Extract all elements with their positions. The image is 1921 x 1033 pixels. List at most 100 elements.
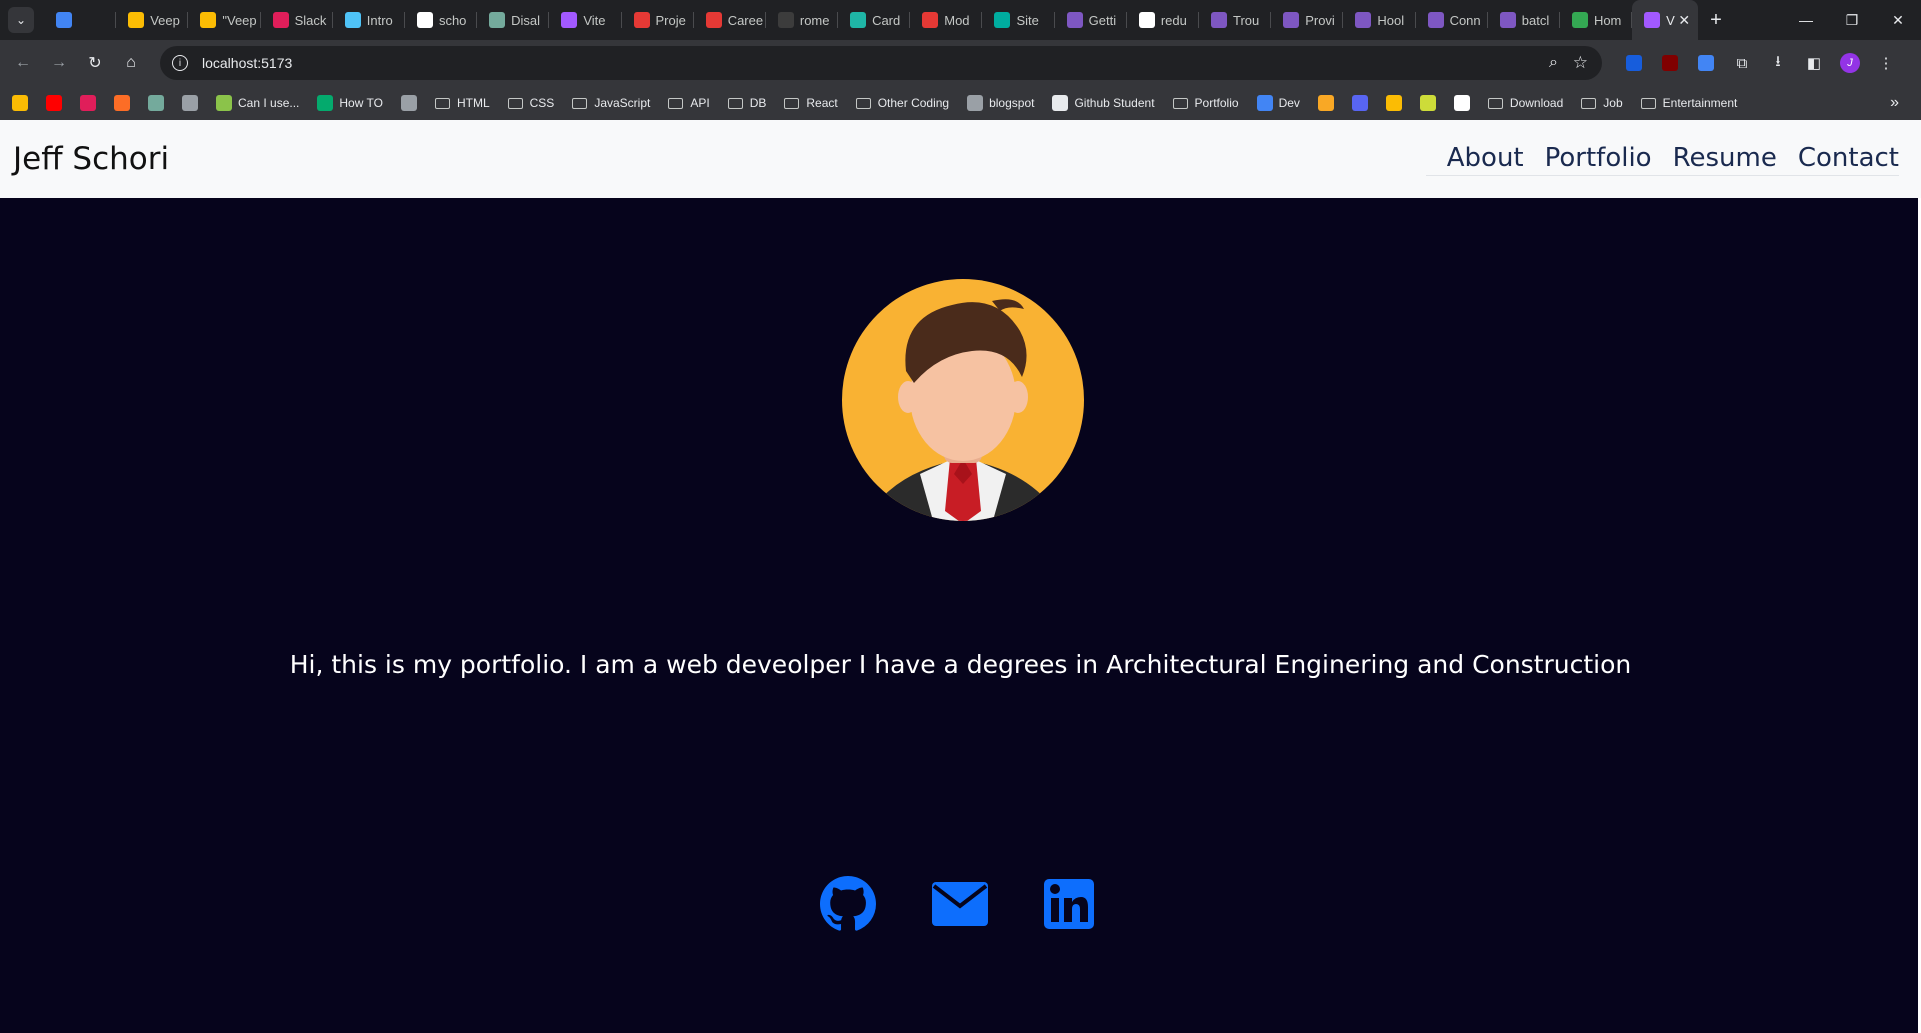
browser-tab[interactable]: Slack: [261, 0, 333, 40]
tab-label: Mod: [944, 12, 970, 28]
bookmark-folder[interactable]: Entertainment: [1640, 96, 1737, 110]
email-link[interactable]: [932, 882, 988, 931]
tab-label: redu: [1160, 12, 1187, 28]
bookmark-item[interactable]: [182, 95, 198, 111]
bookmark-folder[interactable]: HTML: [434, 96, 490, 110]
browser-tab[interactable]: Trou: [1199, 0, 1272, 40]
bookmarks-bar: Can I use... How TO HTML CSS JavaScript API DB…: [0, 86, 1921, 120]
site-brand[interactable]: Jeff Schori: [13, 141, 169, 177]
bookmark-folder[interactable]: Download: [1487, 96, 1563, 110]
browser-tab[interactable]: Vite: [549, 0, 622, 40]
browser-tab[interactable]: Hom: [1560, 0, 1633, 40]
tab-search-button[interactable]: ⌄: [8, 7, 34, 33]
forward-button[interactable]: →: [42, 46, 76, 80]
browser-tab[interactable]: [44, 0, 117, 40]
restore-button[interactable]: ❐: [1829, 0, 1875, 40]
more-bookmarks-icon[interactable]: »: [1890, 94, 1899, 112]
bookmark-item[interactable]: Dev: [1256, 95, 1300, 111]
bookmark-item[interactable]: [46, 95, 62, 111]
browser-tab[interactable]: Caree: [694, 0, 766, 40]
bookmark-folder[interactable]: Other Coding: [855, 96, 949, 110]
nav-contact[interactable]: Contact: [1798, 143, 1899, 173]
bookmark-folder[interactable]: React: [784, 96, 838, 110]
browser-tab[interactable]: Getti: [1055, 0, 1127, 40]
bookmark-folder[interactable]: Portfolio: [1172, 96, 1239, 110]
bookmark-item[interactable]: [1351, 95, 1368, 111]
back-button[interactable]: ←: [6, 46, 40, 80]
nav-about[interactable]: About: [1447, 143, 1524, 173]
bookmark-favicon-icon: [317, 95, 334, 111]
tab-label: Vite: [583, 12, 606, 28]
linkedin-link[interactable]: [1044, 879, 1094, 934]
browser-tab[interactable]: Mod: [910, 0, 983, 40]
bookmark-item[interactable]: [1419, 95, 1436, 111]
bookmark-item[interactable]: Can I use...: [216, 95, 299, 111]
menu-kebab-icon[interactable]: ⋮: [1868, 54, 1904, 72]
browser-tab[interactable]: Card: [838, 0, 911, 40]
bookmark-item[interactable]: Github Student: [1052, 95, 1155, 111]
email-icon: [932, 882, 988, 926]
folder-icon: [668, 97, 684, 109]
ublock-extension-icon[interactable]: [1652, 55, 1688, 71]
browser-tab[interactable]: Provi: [1271, 0, 1344, 40]
profile-avatar[interactable]: J: [1832, 53, 1868, 73]
bookmark-item[interactable]: How TO: [317, 95, 383, 111]
nav-portfolio[interactable]: Portfolio: [1545, 143, 1652, 173]
tab-label: Hom: [1593, 12, 1622, 28]
github-link[interactable]: [820, 876, 876, 937]
browser-tab[interactable]: scho: [405, 0, 478, 40]
side-panel-icon[interactable]: ◧: [1796, 54, 1832, 72]
download-icon[interactable]: ⭳: [1760, 51, 1796, 76]
close-tab-icon[interactable]: ✕: [1678, 12, 1690, 29]
tab-favicon-icon: [922, 12, 939, 28]
tab-label: scho: [438, 12, 467, 28]
bookmark-folder[interactable]: Job: [1581, 96, 1623, 110]
tab-label: Intro: [366, 12, 393, 28]
bookmark-item[interactable]: [1317, 95, 1334, 111]
tab-label: Proje: [655, 12, 686, 28]
bookmark-item[interactable]: [80, 95, 96, 111]
browser-tab[interactable]: Veep: [116, 0, 189, 40]
bookmark-item[interactable]: [400, 95, 417, 111]
site-info-icon[interactable]: i: [172, 55, 188, 71]
bitwarden-extension-icon[interactable]: [1616, 55, 1652, 71]
bookmark-item[interactable]: [114, 95, 130, 111]
bookmark-folder[interactable]: API: [668, 96, 710, 110]
browser-tab[interactable]: Proje: [622, 0, 694, 40]
browser-toolbar: ← → ↻ ⌂ i localhost:5173 ⌕ ☆ ⧉ ⭳ ◧ J ⋮: [0, 40, 1921, 86]
bookmark-star-icon[interactable]: ☆: [1573, 53, 1588, 73]
new-tab-button[interactable]: +: [1710, 9, 1722, 32]
bookmark-item[interactable]: [1385, 95, 1402, 111]
bookmark-label: React: [806, 96, 838, 110]
browser-tab[interactable]: batcl: [1488, 0, 1560, 40]
bookmark-item[interactable]: [1453, 95, 1470, 111]
tab-favicon-icon: [200, 12, 217, 28]
browser-tab[interactable]: Site: [982, 0, 1055, 40]
bookmark-item[interactable]: [12, 95, 28, 111]
browser-tab[interactable]: "Veep: [188, 0, 261, 40]
folder-icon: [572, 97, 588, 109]
browser-tab[interactable]: Intro: [333, 0, 405, 40]
bookmark-folder[interactable]: CSS: [507, 96, 554, 110]
browser-tab[interactable]: Disal: [477, 0, 550, 40]
browser-tab[interactable]: redu: [1127, 0, 1199, 40]
browser-tab[interactable]: Conn: [1416, 0, 1488, 40]
bookmark-favicon-icon: [1419, 95, 1436, 111]
extension-badge-icon[interactable]: [1688, 55, 1724, 71]
reload-button[interactable]: ↻: [78, 46, 112, 80]
zoom-icon[interactable]: ⌕: [1549, 54, 1558, 72]
minimize-button[interactable]: —: [1783, 0, 1829, 40]
bookmark-folder[interactable]: JavaScript: [572, 96, 650, 110]
nav-resume[interactable]: Resume: [1673, 143, 1777, 173]
home-button[interactable]: ⌂: [114, 46, 148, 80]
puzzle-extensions-icon[interactable]: ⧉: [1724, 55, 1760, 72]
tab-favicon-icon: [489, 12, 506, 28]
bookmark-folder[interactable]: DB: [727, 96, 766, 110]
active-tab[interactable]: V ✕: [1632, 0, 1699, 40]
bookmark-item[interactable]: [148, 95, 164, 111]
address-bar[interactable]: i localhost:5173 ⌕ ☆: [160, 46, 1602, 80]
browser-tab[interactable]: Hool: [1343, 0, 1416, 40]
close-window-button[interactable]: ✕: [1875, 0, 1921, 40]
bookmark-item[interactable]: blogspot: [967, 95, 1034, 111]
browser-tab[interactable]: rome: [766, 0, 839, 40]
